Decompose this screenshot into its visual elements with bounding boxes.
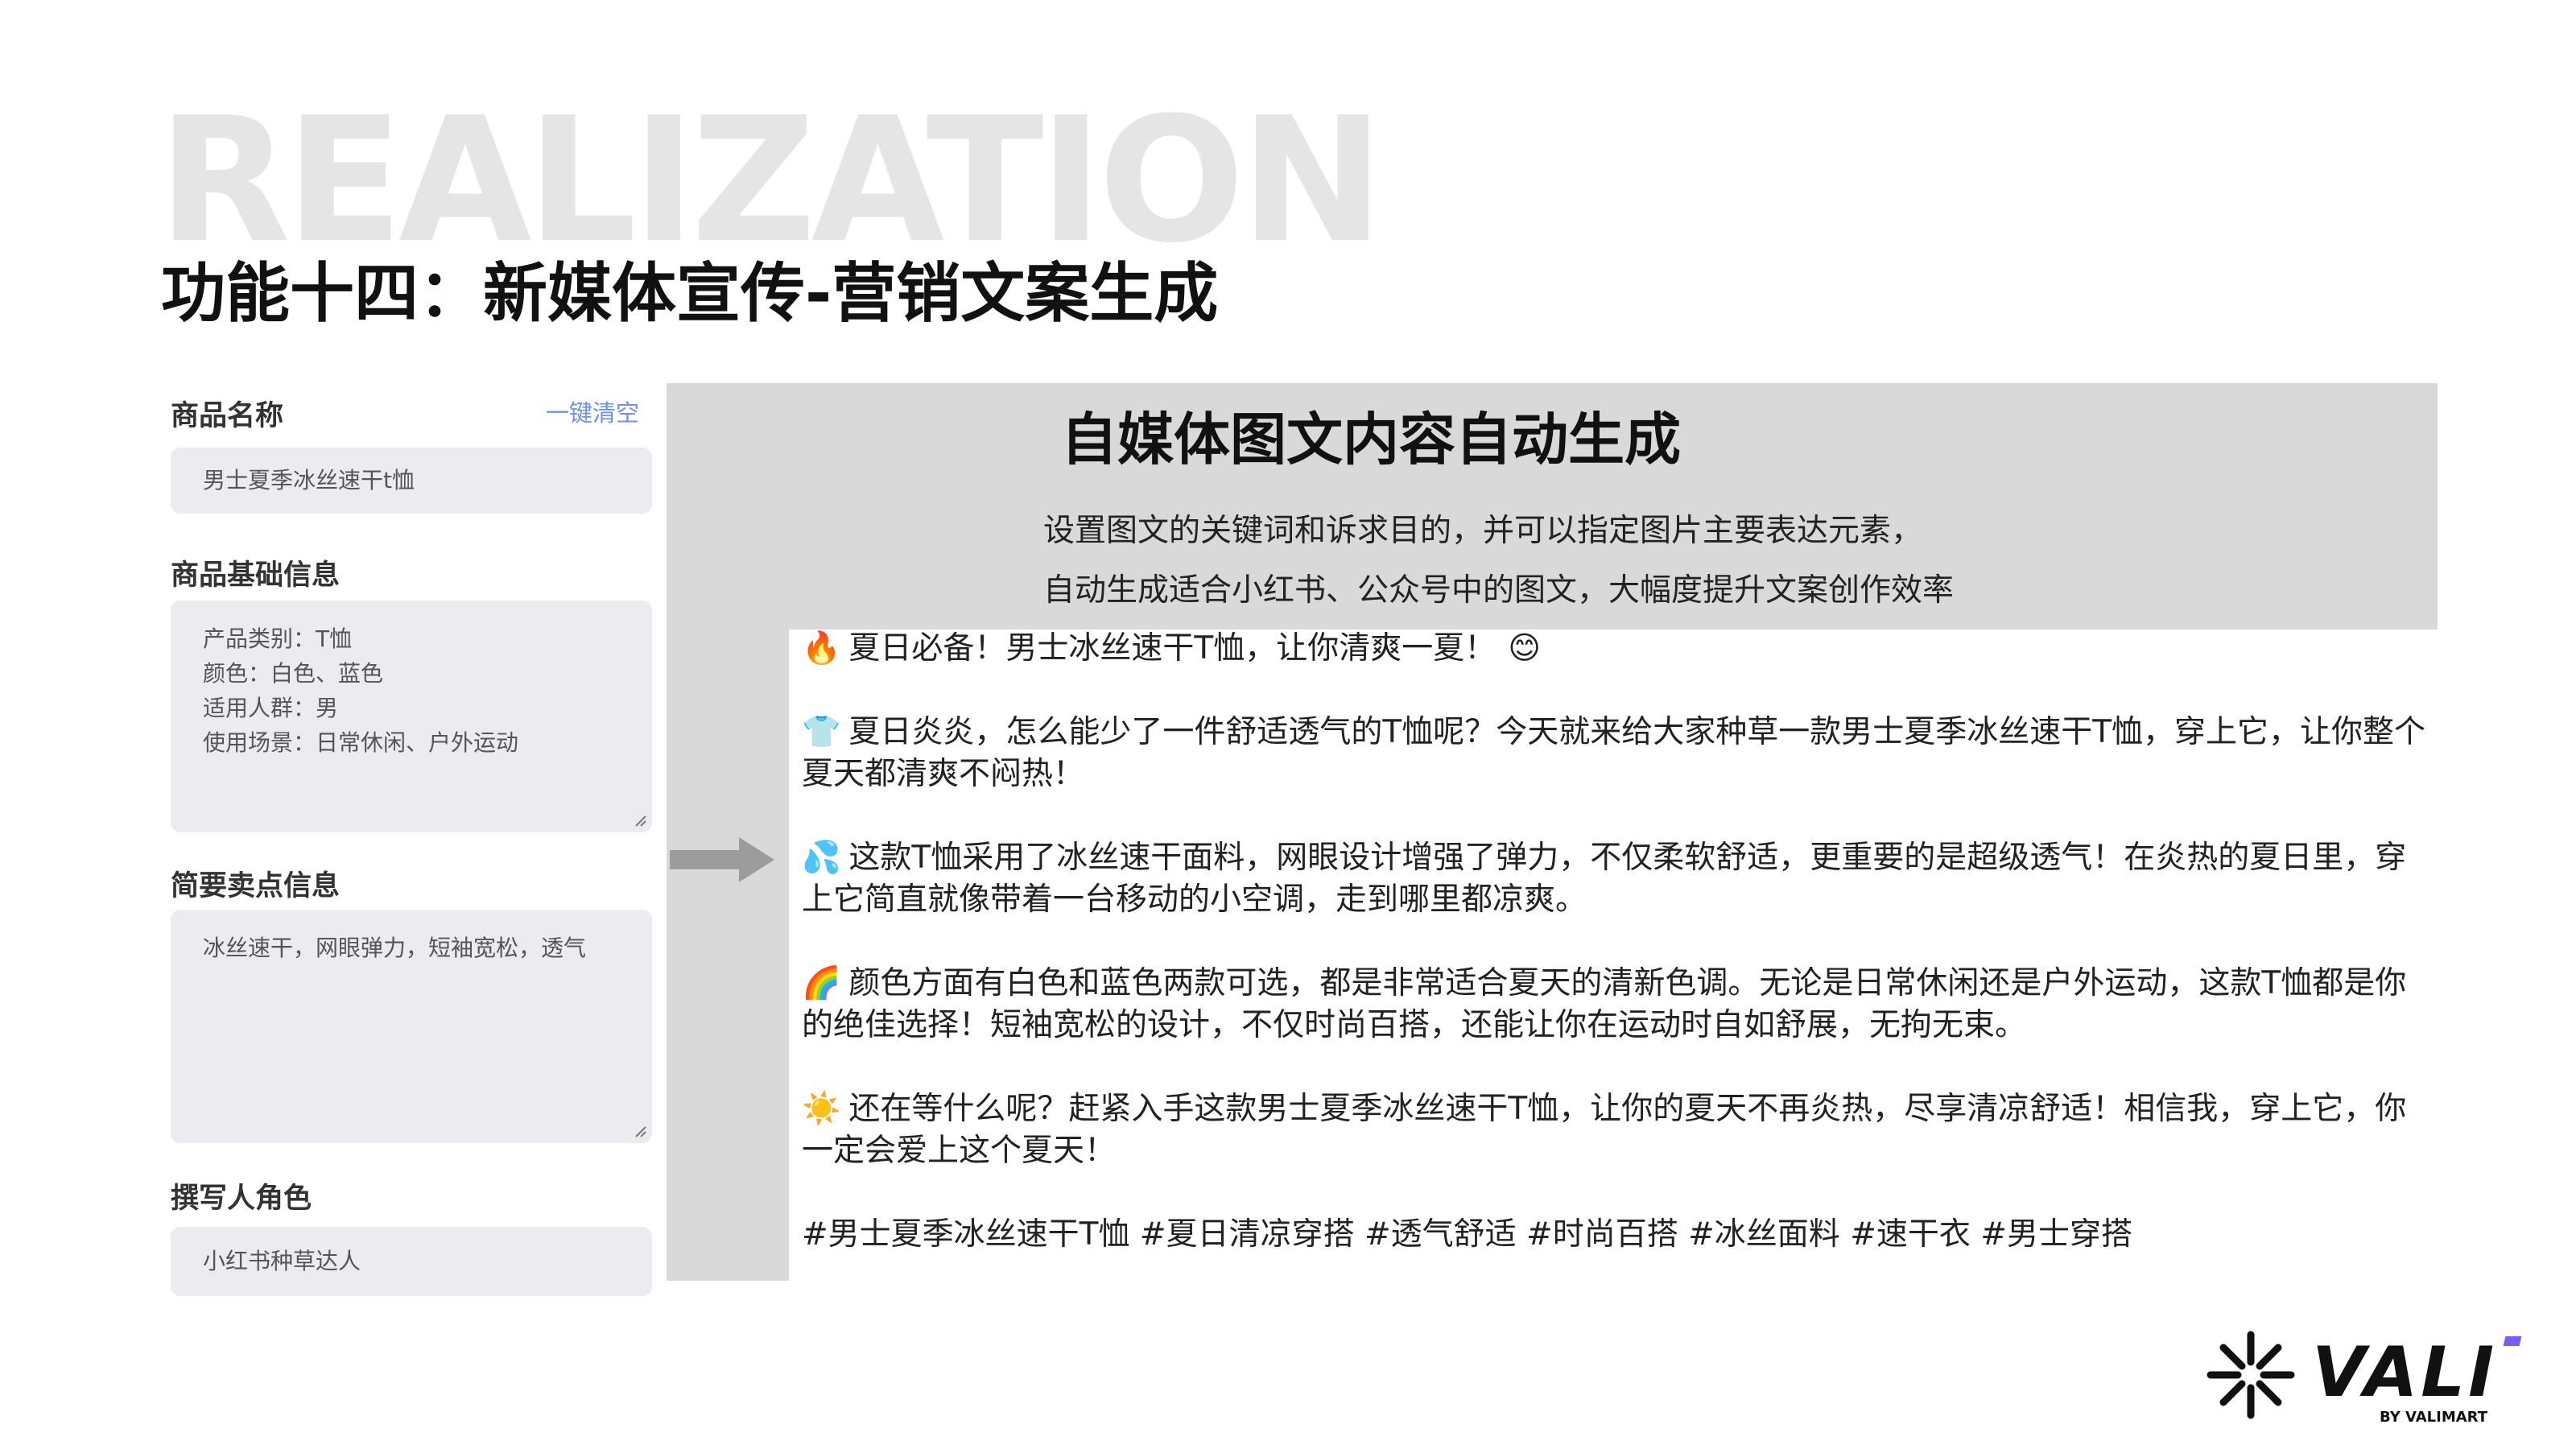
basic-info-line: 适用人群：男	[203, 695, 339, 721]
basic-info-line: 产品类别：T恤	[203, 625, 353, 652]
tshirt-icon: 👕	[802, 714, 841, 750]
paragraph-text: 夏日炎炎，怎么能少了一件舒适透气的T恤呢？今天就来给大家种草一款男士夏季冰丝速干…	[802, 714, 2426, 792]
selling-points-textarea[interactable]: 冰丝速干，网眼弹力，短袖宽松，透气	[171, 910, 652, 1143]
paragraph-text: 颜色方面有白色和蓝色两款可选，都是非常适合夏天的清新色调。无论是日常休闲还是户外…	[802, 965, 2407, 1043]
basic-info-line: 使用场景：日常休闲、户外运动	[203, 729, 519, 756]
copy-paragraph: ☀️ 还在等什么呢？赶紧入手这款男士夏季冰丝速干T恤，让你的夏天不再炎热，尽享清…	[802, 1088, 2431, 1172]
headline-text: 夏日必备！男士冰丝速干T恤，让你清爽一夏！	[848, 630, 1496, 667]
basic-info-label: 商品基础信息	[171, 559, 341, 592]
selling-points-text: 冰丝速干，网眼弹力，短袖宽松，透气	[203, 935, 587, 961]
vali-logo: VALI BY VALIMART	[2207, 1331, 2522, 1426]
sun-icon: ☀️	[802, 1091, 841, 1127]
rainbow-icon: 🌈	[802, 965, 841, 1001]
panel-description-line1: 设置图文的关键词和诉求目的，并可以指定图片主要表达元素，	[1043, 513, 1923, 549]
panel-side-strip	[667, 383, 789, 1281]
panel-title: 自媒体图文内容自动生成	[1061, 407, 1681, 473]
copy-paragraph: 👕 夏日炎炎，怎么能少了一件舒适透气的T恤呢？今天就来给大家种草一款男士夏季冰丝…	[802, 712, 2431, 795]
droplets-icon: 💦	[802, 840, 841, 876]
arrow-right-icon	[670, 837, 774, 882]
generated-copy: 🔥 夏日必备！男士冰丝速干T恤，让你清爽一夏！ 😊 👕 夏日炎炎，怎么能少了一件…	[802, 628, 2431, 1298]
product-name-input[interactable]: 男士夏季冰丝速干t恤	[171, 448, 652, 514]
copy-hashtags: #男士夏季冰丝速干T恤 #夏日清凉穿搭 #透气舒适 #时尚百搭 #冰丝面料 #速…	[802, 1216, 2132, 1253]
writer-role-input[interactable]: 小红书种草达人	[171, 1227, 652, 1296]
writer-role-label: 撰写人角色	[171, 1183, 312, 1215]
fire-icon: 🔥	[802, 630, 841, 667]
smile-icon: 😊	[1508, 630, 1541, 667]
product-name-label: 商品名称	[171, 400, 284, 432]
svg-text:VALI: VALI	[2312, 1332, 2497, 1413]
basic-info-line: 颜色：白色、蓝色	[203, 660, 384, 687]
copy-headline: 🔥 夏日必备！男士冰丝速干T恤，让你清爽一夏！ 😊	[802, 628, 2431, 670]
panel-description-line2: 自动生成适合小红书、公众号中的图文，大幅度提升文案创作效率	[1043, 572, 1955, 609]
clear-all-button[interactable]: 一键清空	[546, 394, 639, 428]
selling-points-label: 简要卖点信息	[171, 870, 341, 902]
resize-handle-icon[interactable]	[631, 1122, 647, 1138]
resize-handle-icon[interactable]	[631, 811, 647, 828]
paragraph-text: 这款T恤采用了冰丝速干面料，网眼设计增强了弹力，不仅柔软舒适，更重要的是超级透气…	[802, 840, 2407, 918]
copy-paragraph: 🌈 颜色方面有白色和蓝色两款可选，都是非常适合夏天的清新色调。无论是日常休闲还是…	[802, 963, 2431, 1046]
paragraph-text: 还在等什么呢？赶紧入手这款男士夏季冰丝速干T恤，让你的夏天不再炎热，尽享清凉舒适…	[802, 1091, 2407, 1169]
svg-text:BY VALIMART: BY VALIMART	[2380, 1409, 2488, 1426]
page-title: 功能十四：新媒体宣传-营销文案生成	[161, 256, 1219, 331]
basic-info-textarea[interactable]: 产品类别：T恤 颜色：白色、蓝色 适用人群：男 使用场景：日常休闲、户外运动	[171, 601, 652, 832]
copy-paragraph: 💦 这款T恤采用了冰丝速干面料，网眼设计增强了弹力，不仅柔软舒适，更重要的是超级…	[802, 837, 2431, 921]
